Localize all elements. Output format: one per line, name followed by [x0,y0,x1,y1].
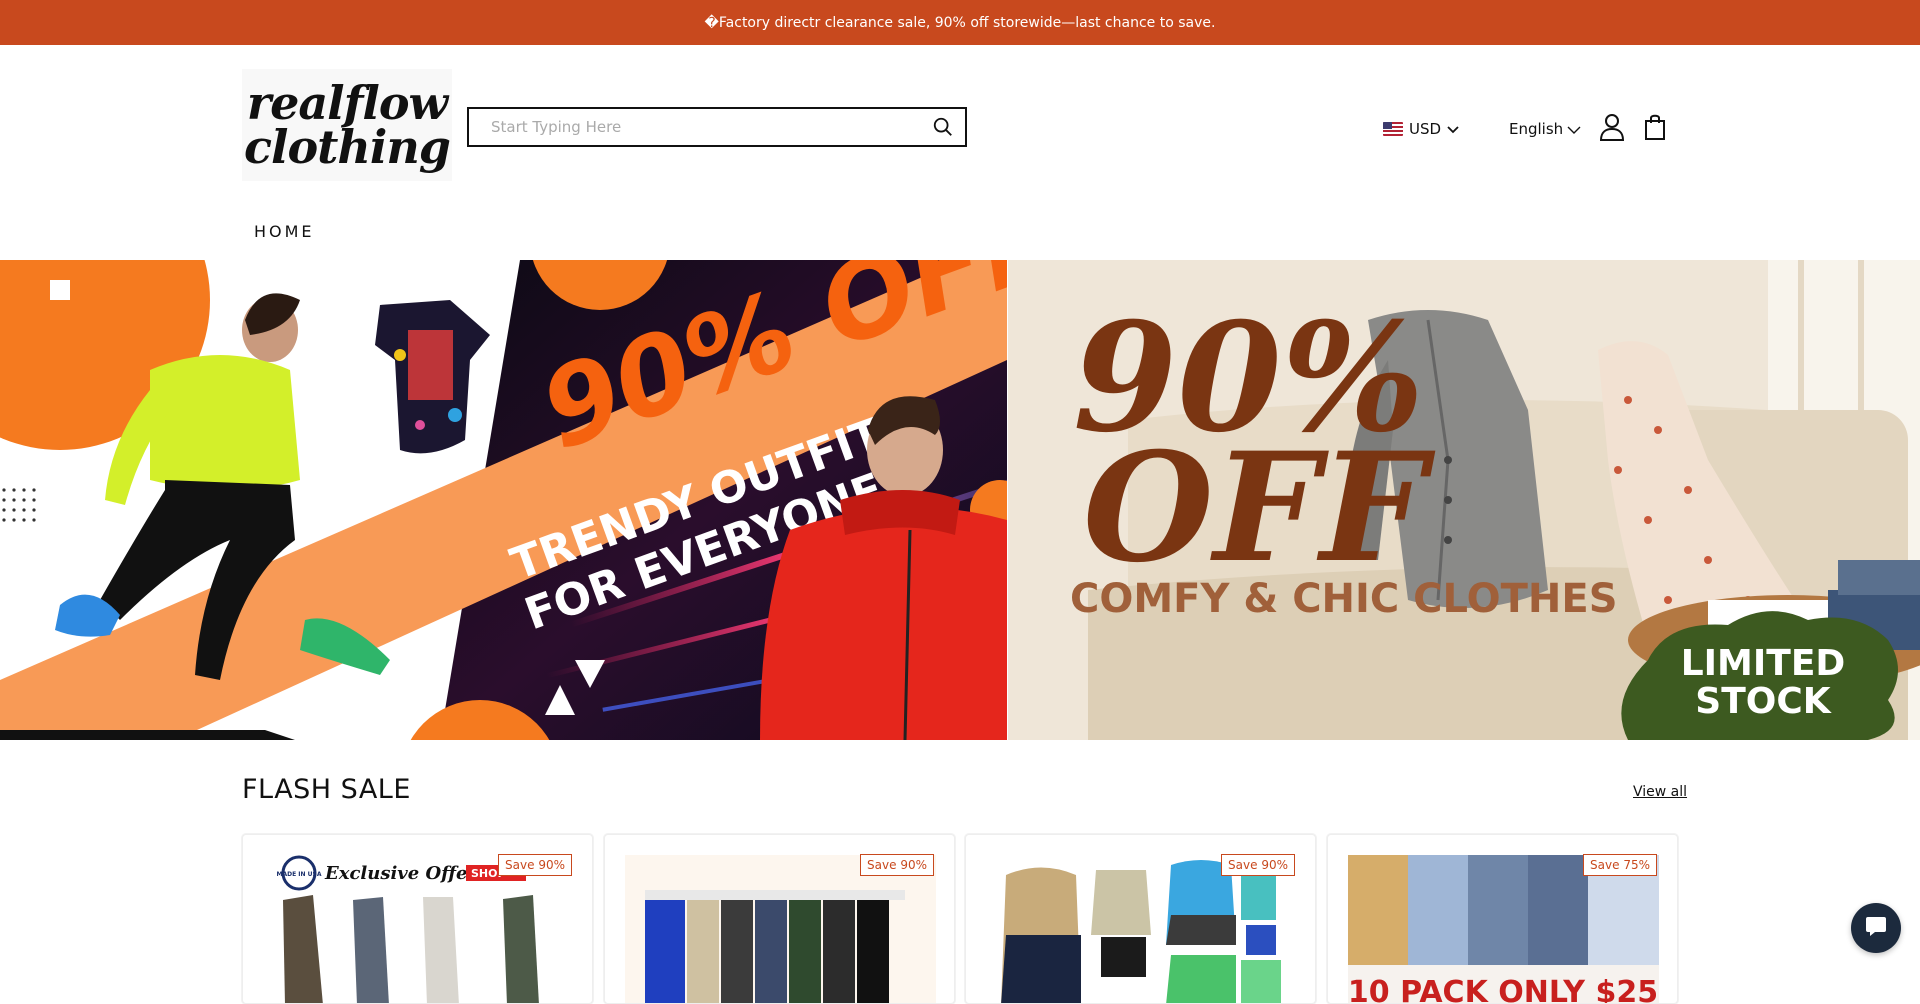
shopping-bag-icon[interactable] [1644,113,1666,141]
language-label: English [1509,120,1564,138]
nav-item-home[interactable]: HOME [254,222,315,241]
search-box [467,107,967,147]
hero-banner-comfy[interactable]: 90% OFF COMFY & CHIC CLOTHES LIMITED STO… [1008,260,1920,740]
banner-subline: COMFY & CHIC CLOTHES [1070,576,1618,622]
logo-line-1: realflow [246,76,448,130]
product-image-text: Exclusive Offer [324,863,479,884]
chat-launcher-button[interactable] [1851,903,1901,953]
search-input[interactable] [469,109,921,145]
currency-selector[interactable]: USD [1383,117,1459,141]
hero-carousel: 90% OFF TRENDY OUTFITS FOR EVERYONE 90% … [0,260,1920,740]
us-flag-icon [1383,122,1403,136]
search-icon[interactable] [921,109,965,145]
product-image[interactable]: MADE IN USA Exclusive Offer SHOP [263,855,574,1003]
chat-icon [1863,913,1889,943]
made-in-usa-seal-text: MADE IN USA [277,871,322,878]
product-card[interactable]: Save 75% 10 PACK ONLY $25 [1327,834,1678,1004]
discount-badge: Save 75% [1583,854,1657,876]
announcement-bar: �Factory directr clearance sale, 90% off… [0,0,1920,45]
logo-line-2: clothing [244,120,451,174]
currency-label: USD [1409,120,1442,138]
discount-badge: Save 90% [860,854,934,876]
stamp-line-2: STOCK [1695,681,1832,722]
chevron-down-icon [1447,120,1459,138]
product-image[interactable]: 10 PACK ONLY $25 [1348,855,1659,1004]
product-card[interactable]: Save 90% [604,834,955,1004]
section-title: FLASH SALE [242,774,411,805]
discount-badge: Save 90% [498,854,572,876]
product-image-text: 10 PACK ONLY $25 [1348,975,1658,1004]
user-icon[interactable] [1599,113,1625,141]
announcement-text: �Factory directr clearance sale, 90% off… [704,14,1216,31]
banner-trendy-artwork: 90% OFF TRENDY OUTFITS FOR EVERYONE [0,260,1007,740]
stamp-line-1: LIMITED [1681,643,1846,684]
chevron-down-icon [1567,120,1581,138]
product-image[interactable] [986,855,1297,1003]
hero-banner-trendy[interactable]: 90% OFF TRENDY OUTFITS FOR EVERYONE [0,260,1007,740]
banner-headline-2: OFF [1083,420,1436,596]
product-card[interactable]: Save 90% MADE IN USA Exclusive Offer SHO… [242,834,593,1004]
product-image[interactable] [625,855,936,1003]
site-header: realflow clothing USD English HOME [0,45,1920,260]
banner-comfy-artwork: 90% OFF COMFY & CHIC CLOTHES LIMITED STO… [1008,260,1920,740]
language-selector[interactable]: English [1509,117,1581,141]
discount-badge: Save 90% [1221,854,1295,876]
product-card[interactable]: Save 90% [965,834,1316,1004]
site-logo[interactable]: realflow clothing [242,69,452,181]
view-all-link[interactable]: View all [1633,784,1687,800]
